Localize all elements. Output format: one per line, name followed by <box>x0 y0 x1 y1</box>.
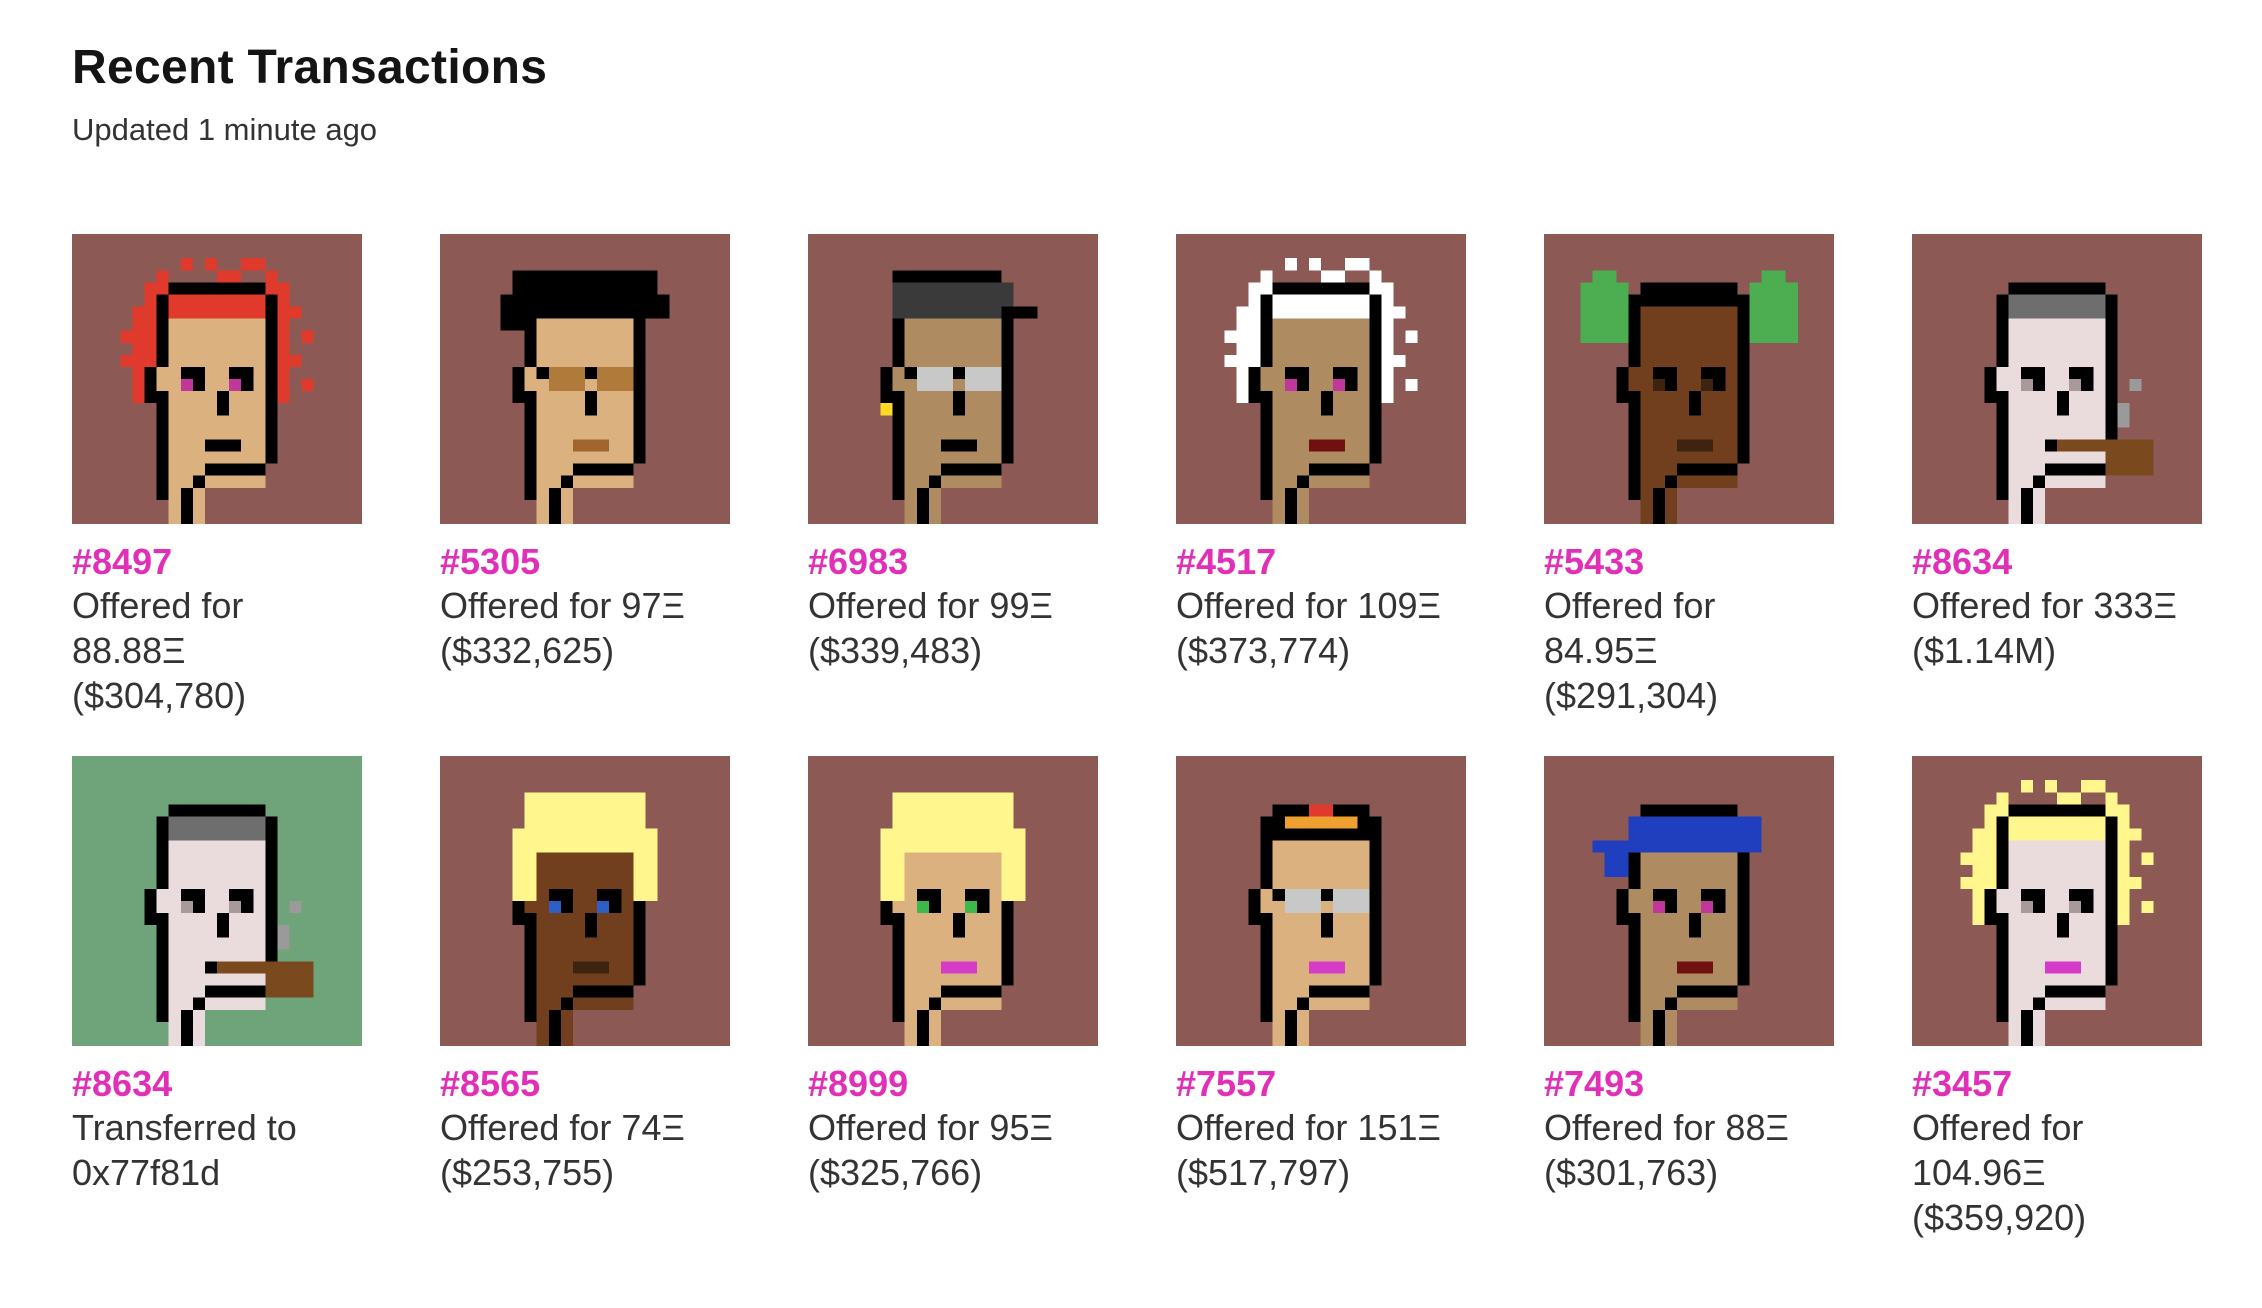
updated-timestamp: Updated 1 minute ago <box>72 112 378 147</box>
transaction-card[interactable]: #7557 Offered for 151Ξ ($517,797) <box>1176 756 1466 1278</box>
punk-id-link[interactable]: #8497 <box>72 542 362 582</box>
punk-avatar-image[interactable] <box>440 234 730 524</box>
transaction-description-line2: 0x77f81d <box>72 1152 221 1193</box>
transaction-description-line2: ($373,774) <box>1176 630 1351 671</box>
transaction-description-line3: ($359,920) <box>1912 1197 2087 1238</box>
transaction-card[interactable]: #5433 Offered for 84.95Ξ ($291,304) <box>1544 234 1834 756</box>
punk-avatar-image[interactable] <box>808 756 1098 1046</box>
transactions-grid: #8497 Offered for 88.88Ξ ($304,780) #5305 Off… <box>72 234 2202 1278</box>
punk-pixel-art <box>1176 756 1466 1046</box>
transaction-description-line2: ($301,763) <box>1544 1152 1719 1193</box>
punk-id-link[interactable]: #7493 <box>1544 1064 1834 1104</box>
transaction-card[interactable]: #7493 Offered for 88Ξ ($301,763) <box>1544 756 1834 1278</box>
punk-avatar-image[interactable] <box>1176 234 1466 524</box>
transaction-description-line1: Offered for 99Ξ <box>808 585 1053 626</box>
punk-pixel-art <box>1912 756 2202 1046</box>
punk-pixel-art <box>808 756 1098 1046</box>
punk-pixel-art <box>72 756 362 1046</box>
transaction-description-line1: Offered for <box>72 585 244 626</box>
transaction-description-line1: Offered for 97Ξ <box>440 585 685 626</box>
transaction-card[interactable]: #3457 Offered for 104.96Ξ ($359,920) <box>1912 756 2202 1278</box>
transaction-description-line3: ($291,304) <box>1544 675 1719 716</box>
transaction-description-line2: ($253,755) <box>440 1152 615 1193</box>
transaction-description-line2: 88.88Ξ <box>72 630 186 671</box>
transaction-description-line1: Offered for 74Ξ <box>440 1107 685 1148</box>
transaction-description-line1: Offered for 88Ξ <box>1544 1107 1789 1148</box>
transaction-description-line1: Offered for <box>1544 585 1716 626</box>
punk-avatar-image[interactable] <box>808 234 1098 524</box>
punk-id-link[interactable]: #7557 <box>1176 1064 1466 1104</box>
punk-avatar-image[interactable] <box>1176 756 1466 1046</box>
punk-id-link[interactable]: #3457 <box>1912 1064 2202 1104</box>
punk-pixel-art <box>1912 234 2202 524</box>
punk-avatar-image[interactable] <box>440 756 730 1046</box>
punk-id-link[interactable]: #5305 <box>440 542 730 582</box>
transaction-description-line1: Offered for 95Ξ <box>808 1107 1053 1148</box>
transaction-description-line2: ($517,797) <box>1176 1152 1351 1193</box>
punk-avatar-image[interactable] <box>1544 234 1834 524</box>
transaction-card[interactable]: #6983 Offered for 99Ξ ($339,483) <box>808 234 1098 756</box>
punk-id-link[interactable]: #6983 <box>808 542 1098 582</box>
transaction-description-line3: ($304,780) <box>72 675 247 716</box>
punk-avatar-image[interactable] <box>1912 234 2202 524</box>
transaction-description-line1: Transferred to <box>72 1107 297 1148</box>
punk-pixel-art <box>1176 234 1466 524</box>
transaction-description-line2: ($332,625) <box>440 630 615 671</box>
transaction-card[interactable]: #5305 Offered for 97Ξ ($332,625) <box>440 234 730 756</box>
punk-pixel-art <box>440 756 730 1046</box>
transaction-description-line1: Offered for <box>1912 1107 2084 1148</box>
transaction-card[interactable]: #8999 Offered for 95Ξ ($325,766) <box>808 756 1098 1278</box>
punk-avatar-image[interactable] <box>72 756 362 1046</box>
page-title: Recent Transactions <box>72 41 548 94</box>
transaction-card[interactable]: #4517 Offered for 109Ξ ($373,774) <box>1176 234 1466 756</box>
punk-pixel-art <box>440 234 730 524</box>
transaction-description-line2: 104.96Ξ <box>1912 1152 2046 1193</box>
punk-pixel-art <box>1544 234 1834 524</box>
punk-pixel-art <box>1544 756 1834 1046</box>
transaction-description-line1: Offered for 109Ξ <box>1176 585 1441 626</box>
transaction-description-line2: ($339,483) <box>808 630 983 671</box>
punk-id-link[interactable]: #4517 <box>1176 542 1466 582</box>
punk-pixel-art <box>808 234 1098 524</box>
transaction-card[interactable]: #8497 Offered for 88.88Ξ ($304,780) <box>72 234 362 756</box>
punk-id-link[interactable]: #8634 <box>72 1064 362 1104</box>
transaction-description-line1: Offered for 151Ξ <box>1176 1107 1441 1148</box>
page: Recent Transactions Updated 1 minute ago… <box>0 0 2262 1308</box>
punk-id-link[interactable]: #8999 <box>808 1064 1098 1104</box>
punk-id-link[interactable]: #8565 <box>440 1064 730 1104</box>
transaction-description-line1: Offered for 333Ξ <box>1912 585 2177 626</box>
punk-avatar-image[interactable] <box>1912 756 2202 1046</box>
transaction-description-line2: ($1.14M) <box>1912 630 2057 671</box>
punk-pixel-art <box>72 234 362 524</box>
transaction-card[interactable]: #8634 Transferred to 0x77f81d <box>72 756 362 1278</box>
punk-id-link[interactable]: #8634 <box>1912 542 2202 582</box>
transaction-card[interactable]: #8565 Offered for 74Ξ ($253,755) <box>440 756 730 1278</box>
punk-id-link[interactable]: #5433 <box>1544 542 1834 582</box>
punk-avatar-image[interactable] <box>72 234 362 524</box>
punk-avatar-image[interactable] <box>1544 756 1834 1046</box>
transaction-description-line2: 84.95Ξ <box>1544 630 1658 671</box>
transaction-card[interactable]: #8634 Offered for 333Ξ ($1.14M) <box>1912 234 2202 756</box>
transaction-description-line2: ($325,766) <box>808 1152 983 1193</box>
